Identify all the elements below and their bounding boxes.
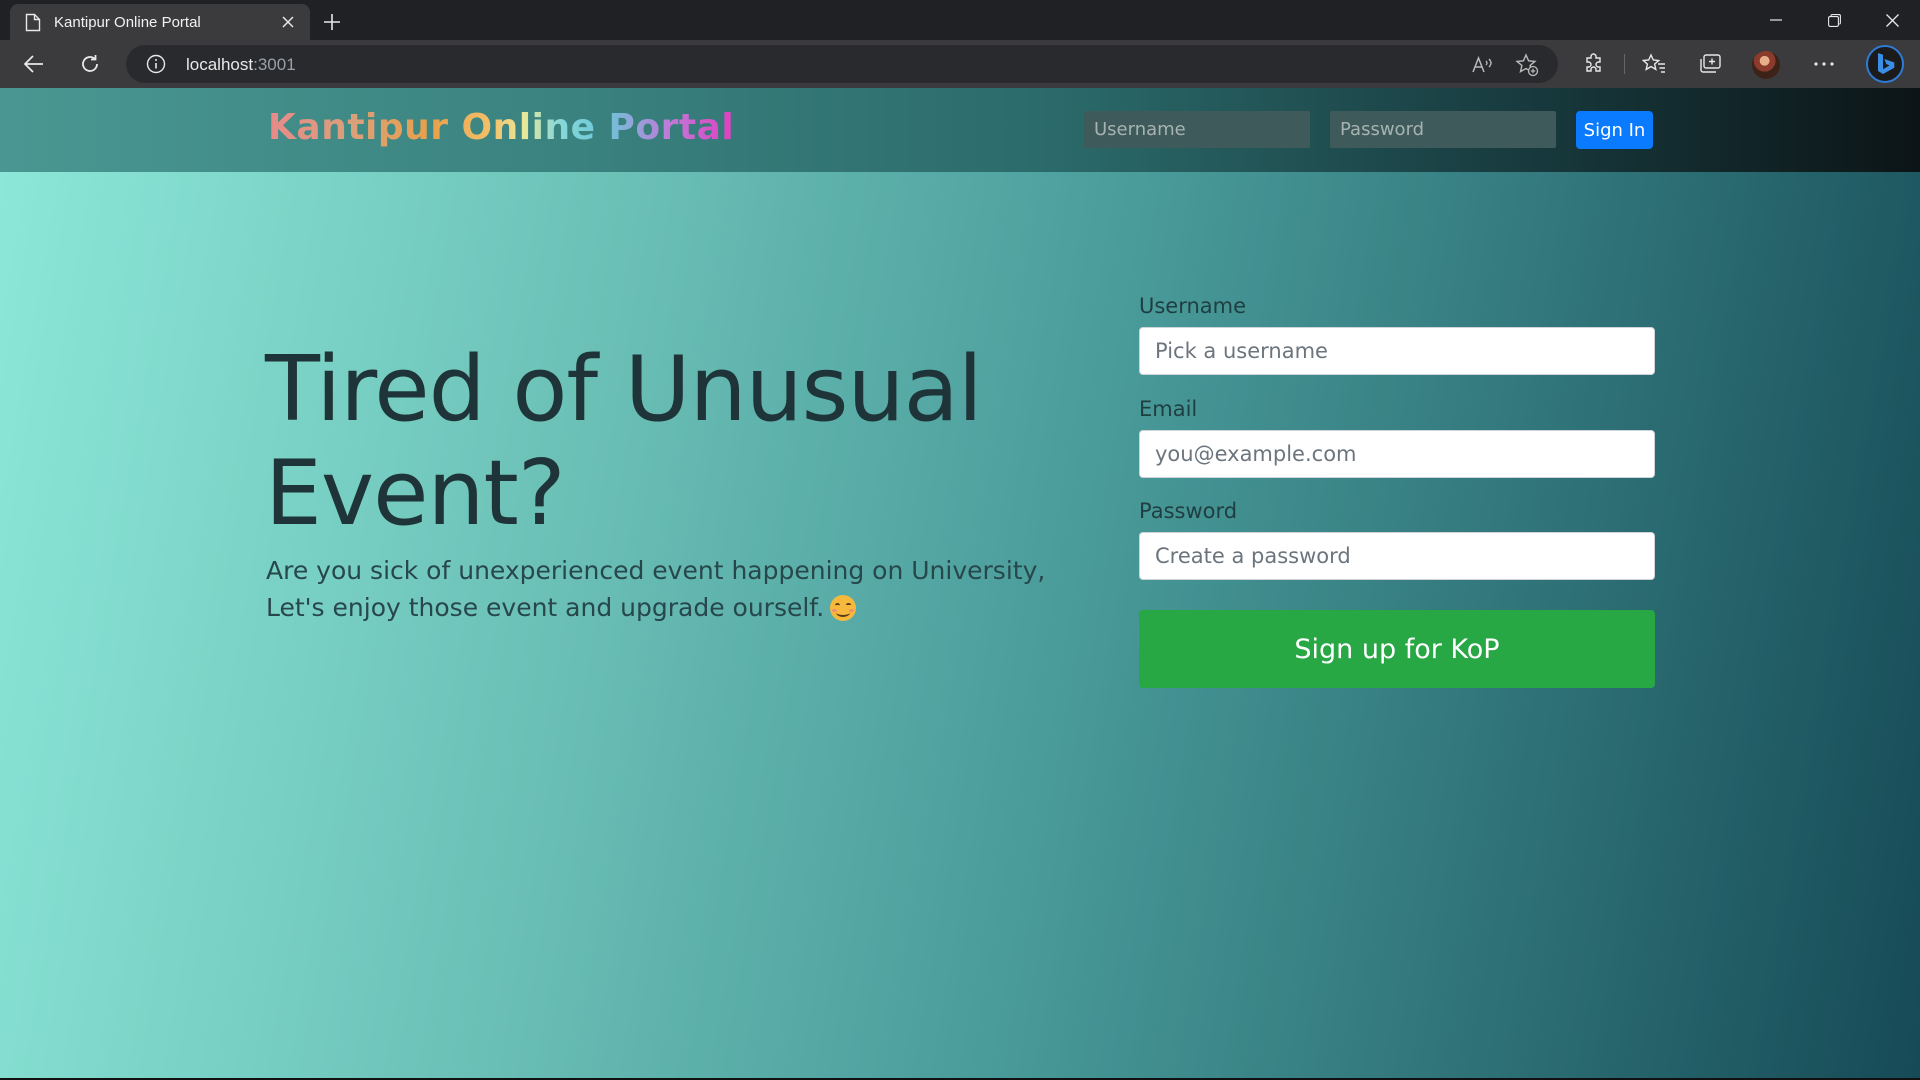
nav-username-input[interactable] — [1084, 111, 1310, 148]
tab-title: Kantipur Online Portal — [54, 13, 201, 31]
read-aloud-icon[interactable] — [1470, 52, 1496, 78]
email-label: Email — [1139, 397, 1198, 421]
window-close-icon[interactable] — [1864, 0, 1920, 40]
collections-icon[interactable] — [1694, 48, 1726, 80]
signup-password-input[interactable] — [1139, 532, 1655, 580]
more-icon[interactable] — [1808, 48, 1840, 80]
signup-username-input[interactable] — [1139, 327, 1655, 375]
password-label: Password — [1139, 499, 1238, 523]
username-label: Username — [1139, 294, 1247, 318]
browser-toolbar: localhost:3001 — [0, 40, 1920, 88]
page-viewport: Kantipur Online Portal Sign In Tired of … — [0, 88, 1920, 1078]
browser-tab-strip: Kantipur Online Portal — [0, 0, 1920, 40]
info-icon[interactable] — [146, 54, 166, 74]
browser-tab[interactable]: Kantipur Online Portal — [10, 4, 310, 40]
restore-icon[interactable] — [1806, 0, 1862, 40]
page-icon — [24, 12, 42, 32]
site-navbar: Kantipur Online Portal Sign In — [0, 88, 1920, 172]
address-bar[interactable]: localhost:3001 — [126, 45, 1558, 83]
brand-logo[interactable]: Kantipur Online Portal — [268, 106, 734, 150]
extensions-icon[interactable] — [1578, 48, 1610, 80]
url-port: :3001 — [253, 55, 296, 74]
add-favorite-icon[interactable] — [1514, 52, 1540, 78]
toolbar-divider — [1624, 54, 1625, 74]
hero-description: Are you sick of unexperienced event happ… — [266, 552, 1046, 626]
favorites-icon[interactable] — [1638, 48, 1670, 80]
minimize-icon[interactable] — [1748, 0, 1804, 40]
back-arrow-icon[interactable] — [16, 46, 52, 82]
sign-up-button[interactable]: Sign up for KoP — [1139, 610, 1655, 688]
url-text: localhost:3001 — [186, 55, 296, 75]
hero-description-text: Are you sick of unexperienced event happ… — [266, 556, 1046, 622]
bing-icon[interactable] — [1866, 45, 1904, 83]
close-icon[interactable] — [276, 10, 300, 34]
smiling-face-emoji-icon — [830, 595, 857, 621]
reload-icon[interactable] — [72, 46, 108, 82]
avatar[interactable] — [1752, 51, 1780, 79]
signup-email-input[interactable] — [1139, 430, 1655, 478]
url-host: localhost — [186, 55, 254, 74]
hero-title: Tired of Unusual Event? — [265, 337, 983, 546]
nav-password-input[interactable] — [1330, 111, 1556, 148]
plus-icon[interactable] — [318, 8, 346, 36]
sign-in-button[interactable]: Sign In — [1576, 111, 1653, 149]
